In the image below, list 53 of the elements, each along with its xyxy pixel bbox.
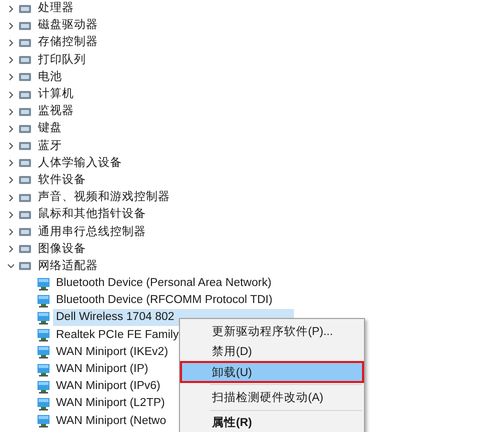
network-adapter-icon — [37, 380, 50, 394]
network-adapter-icon — [37, 362, 50, 377]
chevron-right-icon[interactable] — [7, 228, 15, 236]
device-label[interactable]: Bluetooth Device (Personal Area Network) — [53, 275, 272, 292]
menu-item[interactable]: 属性(R) — [182, 414, 362, 432]
device-label[interactable]: Bluetooth Device (RFCOMM Protocol TDI) — [53, 292, 272, 310]
category-label[interactable]: 计算机 — [35, 86, 74, 104]
category-label[interactable]: 电池 — [35, 68, 62, 86]
chevron-right-icon[interactable] — [7, 38, 15, 47]
network-adapter-icon — [37, 328, 50, 342]
network-adapter-icon — [37, 310, 50, 325]
chevron-right-icon[interactable] — [7, 176, 15, 184]
chevron-right-icon[interactable] — [7, 108, 15, 116]
network-adapter-icon — [37, 276, 50, 291]
category-label[interactable]: 存储控制器 — [35, 34, 98, 52]
chevron-right-icon[interactable] — [7, 124, 15, 133]
network-adapter-icon — [37, 345, 50, 360]
chevron-right-icon[interactable] — [7, 4, 15, 13]
category-label[interactable]: 处理器 — [35, 0, 74, 18]
menu-item[interactable]: 卸载(U) — [182, 362, 362, 382]
chevron-right-icon[interactable] — [7, 22, 15, 30]
category-label[interactable]: 声音、视频和游戏控制器 — [35, 189, 170, 206]
chevron-right-icon[interactable] — [7, 142, 15, 150]
network-adapter-icon — [37, 414, 50, 428]
category-label[interactable]: 图像设备 — [35, 240, 86, 258]
menu-item[interactable]: 扫描检测硬件改动(A) — [182, 388, 362, 407]
chevron-right-icon[interactable] — [7, 73, 15, 82]
category-label[interactable]: 磁盘驱动器 — [35, 17, 98, 34]
device-label[interactable]: WAN Miniport (IPv6) — [53, 378, 160, 396]
category-label[interactable]: 打印队列 — [35, 52, 86, 69]
category-label[interactable]: 蓝牙 — [35, 138, 62, 155]
network-adapter-icon — [37, 396, 50, 411]
device-label[interactable]: WAN Miniport (IKEv2) — [53, 344, 168, 361]
category-label[interactable]: 软件设备 — [35, 172, 86, 189]
chevron-right-icon[interactable] — [7, 159, 15, 168]
chevron-right-icon[interactable] — [7, 210, 15, 219]
device-label[interactable]: WAN Miniport (L2TP) — [53, 395, 165, 412]
chevron-right-icon[interactable] — [7, 194, 15, 202]
category-label[interactable]: 通用串行总线控制器 — [35, 224, 146, 241]
category-label[interactable]: 人体学输入设备 — [35, 154, 122, 172]
category-label[interactable]: 键盘 — [35, 120, 62, 138]
network-adapter-icon — [37, 294, 50, 308]
chevron-right-icon[interactable] — [7, 90, 15, 99]
category-label[interactable]: 网络适配器 — [35, 258, 98, 275]
chevron-right-icon[interactable] — [7, 56, 15, 64]
category-label[interactable]: 监视器 — [35, 103, 74, 120]
device-label[interactable]: Realtek PCIe FE Family — [53, 326, 179, 344]
device-label[interactable]: WAN Miniport (IP) — [53, 361, 148, 378]
chevron-down-icon[interactable] — [7, 262, 15, 270]
chevron-right-icon[interactable] — [7, 245, 15, 254]
device-label[interactable]: WAN Miniport (Netwo — [53, 412, 166, 430]
category-label[interactable]: 鼠标和其他指针设备 — [35, 206, 146, 224]
menu-item[interactable]: 禁用(D) — [182, 342, 362, 361]
